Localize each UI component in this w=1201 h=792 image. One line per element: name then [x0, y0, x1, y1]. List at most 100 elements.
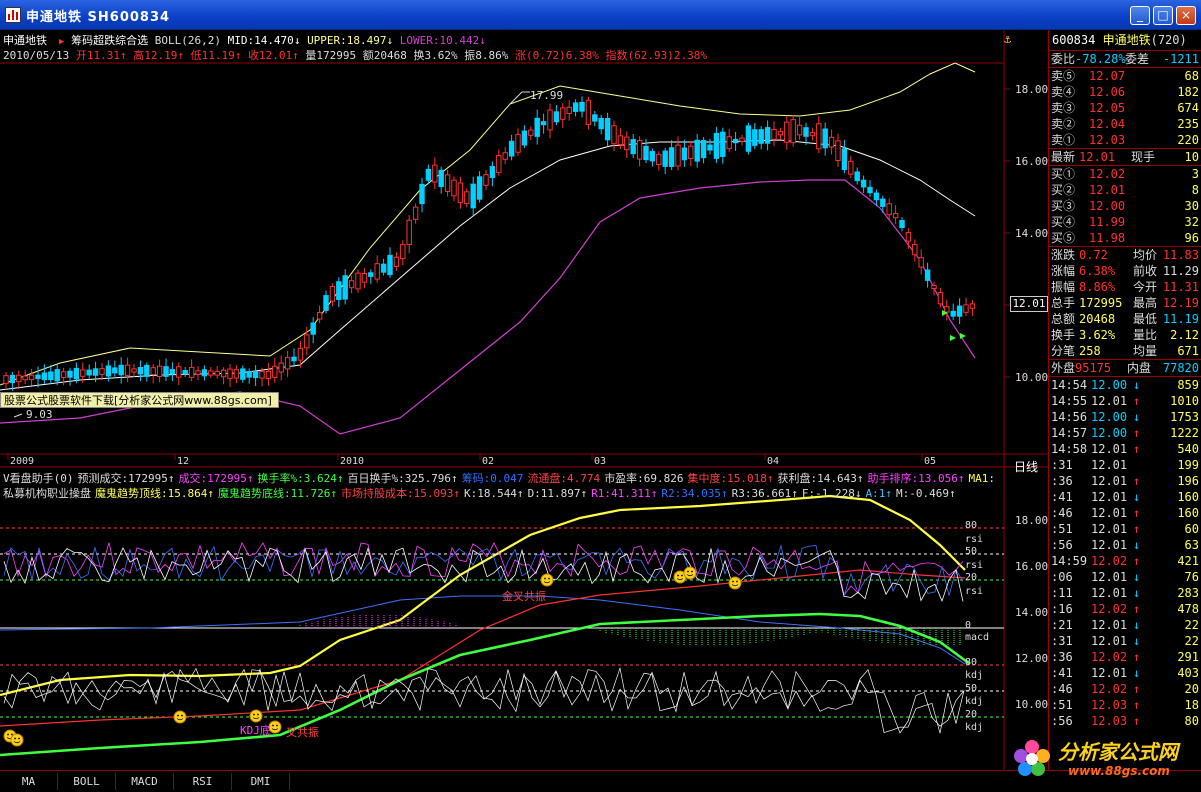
maximize-button[interactable]: □: [1153, 6, 1173, 25]
sub-axis-label: 14.00: [1015, 606, 1048, 619]
candle-body: [944, 306, 950, 313]
smiley-icon: [540, 573, 554, 587]
sub-ref-label: kdj: [965, 722, 983, 733]
sell-row: 卖② 12.04 235: [1051, 117, 1199, 131]
candle-body: [240, 368, 246, 380]
tab-macd[interactable]: MACD: [116, 773, 174, 790]
candle-body: [28, 374, 35, 381]
sub-header-2: 私募机构职业操盘 魔鬼趋势顶线:15.864↑ 魔鬼趋势底线:11.726↑ 市场持股…: [3, 485, 960, 501]
stock-name-panel: 申通地铁: [1102, 33, 1151, 47]
candle-body: [348, 280, 355, 289]
candle-body: [368, 272, 374, 277]
tab-rsi[interactable]: RSI: [174, 773, 232, 790]
candle-body: [707, 144, 713, 151]
change-value: 涨(0.72)6.38%: [514, 49, 599, 62]
candle-body: [425, 168, 432, 181]
candle-body: [355, 272, 361, 290]
site-logo: 分析家公式网 www.88gs.com: [1008, 732, 1198, 786]
candle-body: [732, 138, 739, 144]
smiley-eye: [736, 580, 738, 583]
candle-body: [92, 368, 99, 376]
stat-row: 分笔 258 均量 671: [1049, 344, 1201, 360]
minimize-button[interactable]: _: [1130, 6, 1150, 25]
tab-dmi[interactable]: DMI: [232, 773, 290, 790]
smiley-eye: [681, 574, 683, 577]
sub-ref-label: rsi: [965, 534, 983, 545]
high-value: 高12.19: [133, 49, 178, 62]
candle-body: [233, 369, 240, 379]
candle-body: [803, 127, 809, 137]
arrow-right-icon[interactable]: ▶: [54, 37, 64, 47]
tick-row: 14:58 12.01 ↑ 540: [1051, 442, 1199, 456]
indicator-name[interactable]: 筹码超跌综合选: [71, 34, 148, 47]
candle-body: [566, 106, 572, 115]
upper-value: UPPER:18.497: [307, 34, 387, 47]
sub-metric-b-3: 市场持股成本:15.093↑: [340, 487, 460, 500]
lower-value: LOWER:10.442: [399, 34, 480, 47]
candle-body: [796, 124, 803, 136]
candle-body: [374, 263, 380, 280]
candle-body: [809, 132, 816, 137]
candle-body: [528, 129, 534, 136]
sub-metric-b-4: K:18.544↑: [463, 487, 524, 500]
tab-boll[interactable]: BOLL: [58, 773, 116, 790]
candle-body: [259, 370, 265, 379]
sub-ref-label: 0: [965, 620, 971, 631]
macd-dif-line: [0, 595, 966, 665]
sell-row: 卖① 12.03 220: [1049, 133, 1201, 149]
candle-body: [560, 107, 566, 120]
sub-metric-a-3: 换手率%:3.624↑: [257, 472, 344, 485]
candle-body: [393, 256, 400, 267]
smiley-eye: [181, 714, 183, 717]
candle-body: [182, 370, 188, 375]
smiley-eye: [177, 714, 179, 717]
smiley-eye: [276, 724, 278, 727]
candle-body: [521, 130, 528, 146]
candle-body: [118, 364, 124, 376]
period-label[interactable]: 日线: [1014, 458, 1038, 475]
smiley-eye: [11, 733, 13, 736]
volume-value: 量172995: [305, 49, 357, 62]
anchor-icon[interactable]: ⚓: [1004, 32, 1011, 46]
candle-body: [656, 153, 662, 165]
candle-body: [553, 111, 560, 123]
tick-row: :16 12.02 ↑ 478: [1051, 602, 1199, 616]
candle-body: [604, 118, 611, 141]
candle-body: [592, 114, 598, 122]
low-marker: [13, 413, 23, 418]
date-axis-label: 12: [177, 456, 189, 467]
candle-body: [867, 186, 873, 194]
tab-ma[interactable]: MA: [0, 773, 58, 790]
candle-body: [841, 148, 848, 171]
candle-body: [246, 371, 252, 378]
sell-row: 卖③ 12.05 674: [1051, 101, 1199, 115]
main-header-1: 申通地铁 ▶ 筹码超跌综合选 BOLL(26,2) MID:14.470↓ UP…: [3, 34, 486, 47]
amplitude-value: 振8.86%: [464, 49, 509, 62]
sub-metric-b-2: 魔鬼趋势底线:11.726↑: [217, 487, 337, 500]
cross-signal-label: 叉共振: [286, 726, 319, 739]
smiley-eye: [548, 577, 550, 580]
quote-header: 600834 申通地铁(720): [1049, 30, 1201, 51]
candle-body: [444, 174, 451, 193]
candle-body: [547, 109, 553, 131]
candle-body: [822, 128, 828, 149]
candle-body: [252, 370, 259, 379]
buy-row: 买② 12.01 8: [1051, 183, 1199, 197]
candle-body: [470, 183, 476, 209]
close-button[interactable]: ×: [1176, 6, 1196, 25]
sub-ref-label: 80: [965, 657, 977, 668]
smiley-eye: [687, 570, 689, 573]
candle-body: [937, 292, 944, 305]
candle-body: [400, 244, 406, 260]
sub-metric-a-7: 市盈率:69.826: [604, 472, 684, 485]
tick-row: :56 12.01 ↓ 63: [1051, 538, 1199, 552]
open-value: 开11.31: [75, 49, 120, 62]
tick-row: :41 12.01 ↓ 160: [1051, 490, 1199, 504]
sub-metric-b-9: F:-1.228↓: [801, 487, 862, 500]
candle-body: [700, 140, 707, 159]
candle-body: [899, 219, 905, 229]
sub-ref-label: kdj: [965, 670, 983, 681]
date-axis-label: 2010: [340, 456, 364, 467]
candle-body: [361, 272, 368, 283]
date-axis-label: 03: [594, 456, 606, 467]
